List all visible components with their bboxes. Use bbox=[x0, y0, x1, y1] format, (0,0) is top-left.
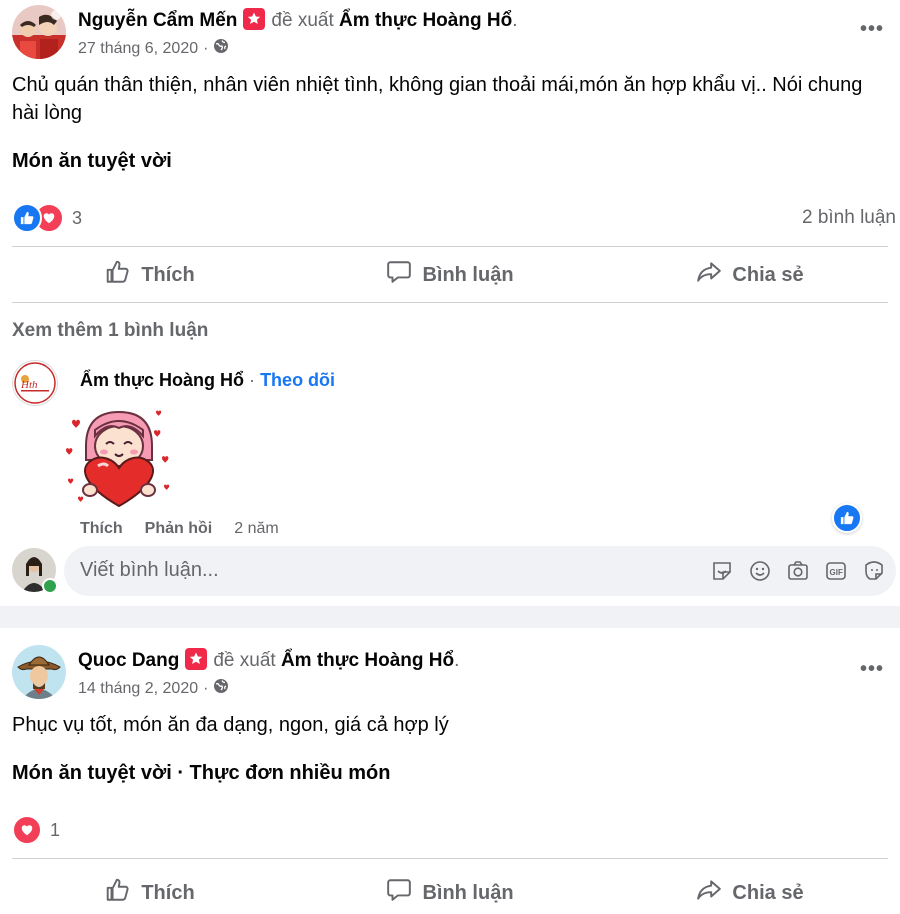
author-name[interactable]: Nguyễn Cẩm Mến bbox=[78, 10, 237, 31]
post-date[interactable]: 14 tháng 2, 2020 bbox=[78, 680, 198, 698]
review-tags: Món ăn tuyệt vời · Thực đơn nhiều món bbox=[12, 762, 391, 784]
like-label: Thích bbox=[141, 881, 195, 904]
post-header: Quoc Dang đề xuất Ẩm thực Hoàng Hổ. bbox=[78, 648, 460, 671]
like-icon bbox=[12, 203, 42, 233]
reaction-count: 3 bbox=[72, 207, 83, 228]
share-button[interactable]: Chia sẻ bbox=[600, 873, 900, 913]
author-avatar[interactable] bbox=[12, 645, 66, 699]
review-tags: Món ăn tuyệt vời bbox=[12, 150, 172, 172]
more-options-icon[interactable]: ••• bbox=[860, 18, 884, 41]
view-more-comments-link[interactable]: Xem thêm 1 bình luận bbox=[12, 320, 208, 342]
share-button[interactable]: Chia sẻ bbox=[600, 255, 900, 295]
globe-icon bbox=[213, 678, 229, 699]
recommends-text: đề xuất bbox=[213, 650, 276, 671]
share-label: Chia sẻ bbox=[732, 263, 804, 286]
post-actions: Thích Bình luận Chia sẻ bbox=[0, 873, 900, 913]
recommend-badge-icon bbox=[243, 8, 266, 30]
share-icon bbox=[696, 877, 722, 909]
comment-input-tools: GIF bbox=[709, 558, 886, 583]
post-separator bbox=[0, 606, 900, 628]
svg-text:GIF: GIF bbox=[829, 568, 842, 577]
author-avatar[interactable] bbox=[12, 5, 66, 59]
post-header: Nguyễn Cẩm Mến đề xuất Ẩm thực Hoàng Hổ. bbox=[78, 8, 518, 31]
reactions-summary[interactable]: 3 bbox=[12, 203, 82, 233]
comment-input[interactable]: Viết bình luận... GIF bbox=[64, 546, 896, 596]
share-icon bbox=[696, 259, 722, 291]
love-icon bbox=[12, 815, 42, 845]
comment-icon bbox=[386, 877, 412, 909]
follow-link[interactable]: Theo dõi bbox=[260, 370, 335, 390]
review-post-1: Nguyễn Cẩm Mến đề xuất Ẩm thực Hoàng Hổ. … bbox=[0, 0, 900, 606]
gif-icon[interactable]: GIF bbox=[823, 558, 848, 583]
comment-time[interactable]: 2 năm bbox=[234, 520, 278, 538]
like-label: Thích bbox=[141, 263, 195, 286]
comment-icon bbox=[386, 259, 412, 291]
comment-header: Ẩm thực Hoàng Hổ · Theo dõi bbox=[80, 370, 336, 390]
page-name[interactable]: Ẩm thực Hoàng Hổ bbox=[339, 10, 512, 31]
comment-button[interactable]: Bình luận bbox=[300, 873, 600, 913]
comment-author[interactable]: Ẩm thực Hoàng Hổ bbox=[80, 370, 244, 390]
post-text: Chủ quán thân thiện, nhân viên nhiệt tìn… bbox=[12, 74, 863, 124]
globe-icon bbox=[213, 38, 229, 59]
like-button[interactable]: Thích bbox=[0, 255, 300, 295]
comment-label: Bình luận bbox=[422, 263, 514, 286]
comment-like-link[interactable]: Thích bbox=[80, 520, 123, 538]
post-actions: Thích Bình luận Chia sẻ bbox=[0, 255, 900, 295]
divider bbox=[12, 246, 888, 247]
camera-icon[interactable] bbox=[785, 558, 810, 583]
comment-like-reaction-icon[interactable] bbox=[832, 503, 862, 533]
page-logo-avatar[interactable]: Hth bbox=[12, 360, 58, 406]
comment-button[interactable]: Bình luận bbox=[300, 255, 600, 295]
comment-input-placeholder: Viết bình luận... bbox=[80, 559, 219, 581]
recommend-badge-icon bbox=[185, 648, 208, 670]
author-name[interactable]: Quoc Dang bbox=[78, 650, 179, 671]
review-post-2: Quoc Dang đề xuất Ẩm thực Hoàng Hổ. 14 th… bbox=[0, 628, 900, 914]
heart-girl-sticker[interactable] bbox=[64, 402, 174, 512]
online-status-indicator bbox=[42, 578, 58, 594]
post-meta: 14 tháng 2, 2020 · bbox=[78, 678, 229, 699]
like-button[interactable]: Thích bbox=[0, 873, 300, 913]
post-text: Phục vụ tốt, món ăn đa dạng, ngon, giá c… bbox=[12, 714, 449, 736]
comment-reply-link[interactable]: Phản hồi bbox=[145, 520, 213, 538]
thumbs-up-icon bbox=[105, 259, 131, 291]
comment-label: Bình luận bbox=[422, 881, 514, 904]
share-label: Chia sẻ bbox=[732, 881, 804, 904]
divider bbox=[12, 858, 888, 859]
more-options-icon[interactable]: ••• bbox=[860, 658, 884, 681]
post-meta: 27 tháng 6, 2020 · bbox=[78, 38, 229, 59]
thumbs-up-icon bbox=[105, 877, 131, 909]
emoji-icon[interactable] bbox=[747, 558, 772, 583]
comment-count[interactable]: 2 bình luận bbox=[802, 207, 896, 229]
comment-actions: Thích Phản hồi 2 năm bbox=[80, 520, 279, 538]
reaction-count: 1 bbox=[50, 819, 61, 840]
reactions-summary[interactable]: 1 bbox=[12, 815, 60, 845]
recommends-text: đề xuất bbox=[271, 10, 334, 31]
avatar-sticker-icon[interactable] bbox=[861, 558, 886, 583]
page-name[interactable]: Ẩm thực Hoàng Hổ bbox=[281, 650, 454, 671]
svg-text:Hth: Hth bbox=[20, 379, 38, 391]
sticker-icon[interactable] bbox=[709, 558, 734, 583]
post-date[interactable]: 27 tháng 6, 2020 bbox=[78, 40, 198, 58]
divider bbox=[12, 302, 888, 303]
